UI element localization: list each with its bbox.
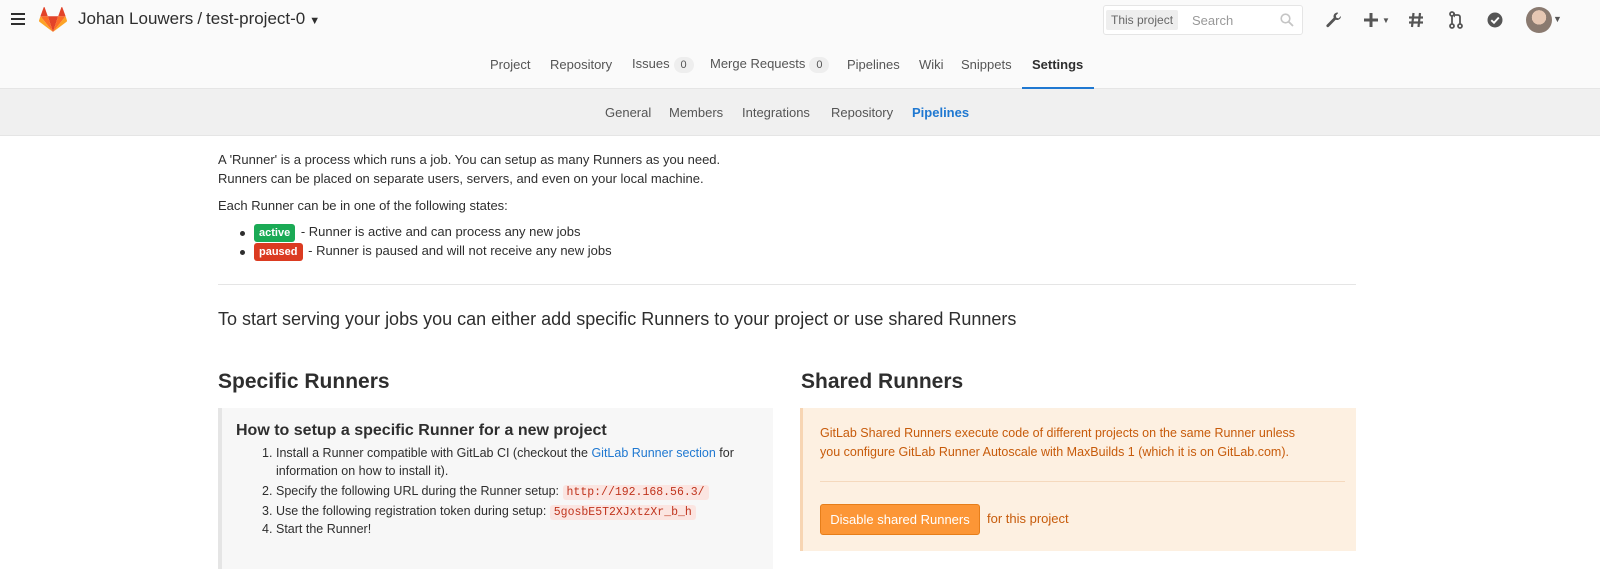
nav-wiki[interactable]: Wiki [919,57,944,72]
nav-settings[interactable]: Settings [1032,57,1083,72]
settings-subnav: General Members Integrations Repository … [0,89,1600,136]
intro-line-1: A 'Runner' is a process which runs a job… [218,152,721,167]
shared-runners-description: GitLab Shared Runners execute code of di… [820,424,1295,462]
search-icon [1280,13,1294,27]
subnav-pipelines[interactable]: Pipelines [912,105,969,120]
setup-box-title: How to setup a specific Runner for a new… [236,422,607,439]
breadcrumb-separator: / [197,9,203,28]
active-state-badge: active [254,224,296,242]
disable-shared-runners-button[interactable]: Disable shared Runners [820,504,980,535]
project-nav: Project Repository Issues 0 Merge Request… [0,40,1600,89]
issues-count-badge: 0 [673,57,694,73]
step-2-text: Specify the following URL during the Run… [276,484,560,498]
user-avatar[interactable] [1526,7,1552,33]
states-heading: Each Runner can be in one of the followi… [218,198,508,213]
shared-runners-heading: Shared Runners [801,370,964,393]
search-scope-badge[interactable]: This project [1106,10,1179,30]
lead-text: To start serving your jobs you can eithe… [218,309,1017,329]
registration-token-code[interactable]: 5gosbE5T2XJxtzXr_b_h [549,505,696,520]
project-name[interactable]: test-project-0 [206,9,305,28]
shared-runners-box: GitLab Shared Runners execute code of di… [800,408,1356,551]
todo-check-icon[interactable] [1485,10,1505,30]
nav-project[interactable]: Project [490,57,530,72]
step-1-text-end: for [715,446,734,460]
nav-issues-label[interactable]: Issues [632,56,670,71]
wrench-icon[interactable] [1324,10,1344,30]
setup-step-3: 3. Use the following registration token d… [262,504,696,520]
gitlab-logo[interactable] [39,7,67,33]
owner-name[interactable]: Johan Louwers [78,9,193,28]
state-item-active: active - Runner is active and can proces… [254,224,580,242]
intro-line-2: Runners can be placed on separate users,… [218,171,704,186]
paused-state-description: - Runner is paused and will not receive … [304,243,612,258]
step-4-text: Start the Runner! [276,522,372,536]
step-1-text: Install a Runner compatible with GitLab … [276,446,592,460]
hash-icon[interactable] [1406,10,1426,30]
shared-description-line-1: GitLab Shared Runners execute code of di… [820,426,1296,440]
setup-step-4: 4. Start the Runner! [262,522,372,536]
top-header: Johan Louwers / test-project-0 ▼ This proje… [0,0,1600,40]
nav-merge-requests[interactable]: Merge Requests 0 [710,56,830,73]
active-state-description: - Runner is active and can process any n… [297,224,581,239]
paused-state-badge: paused [254,243,303,261]
bullet-icon [240,250,245,255]
bullet-icon [240,231,245,236]
merge-requests-count-badge: 0 [809,57,830,73]
subnav-integrations[interactable]: Integrations [742,105,810,120]
shared-description-line-2: you configure GitLab Runner Autoscale wi… [820,445,1289,459]
chevron-down-icon[interactable]: ▼ [309,15,320,27]
nav-merge-requests-label[interactable]: Merge Requests [710,56,805,71]
plus-icon[interactable]: ▼ [1360,10,1394,30]
setup-step-1: 1. Install a Runner compatible with GitLa… [262,446,734,460]
search-placeholder: Search [1192,13,1234,28]
for-this-project-label: for this project [987,511,1069,526]
specific-runner-setup-box: How to setup a specific Runner for a new… [218,408,773,569]
specific-runners-heading: Specific Runners [218,370,390,393]
chevron-down-icon[interactable]: ▼ [1553,14,1562,24]
runner-url-code[interactable]: http://192.168.56.3/ [562,485,709,500]
subnav-general[interactable]: General [605,105,651,120]
setup-step-1-cont: information on how to install it). [276,464,449,478]
chevron-down-icon[interactable]: ▼ [1382,16,1390,25]
nav-snippets[interactable]: Snippets [961,57,1012,72]
merge-request-icon[interactable] [1446,10,1466,30]
project-breadcrumb[interactable]: Johan Louwers / test-project-0 ▼ [78,9,320,29]
subnav-members[interactable]: Members [669,105,723,120]
menu-icon[interactable] [11,13,25,25]
state-item-paused: paused - Runner is paused and will not r… [254,243,612,261]
search-input[interactable]: This project Search [1103,5,1303,35]
nav-repository[interactable]: Repository [550,57,612,72]
setup-step-2: 2. Specify the following URL during the R… [262,484,709,500]
nav-issues[interactable]: Issues 0 [632,56,694,73]
shared-box-divider [820,481,1345,482]
nav-pipelines[interactable]: Pipelines [847,57,900,72]
gitlab-runner-section-link[interactable]: GitLab Runner section [591,446,715,460]
section-divider [218,284,1356,285]
subnav-repository[interactable]: Repository [831,105,893,120]
step-3-text: Use the following registration token dur… [276,504,547,518]
